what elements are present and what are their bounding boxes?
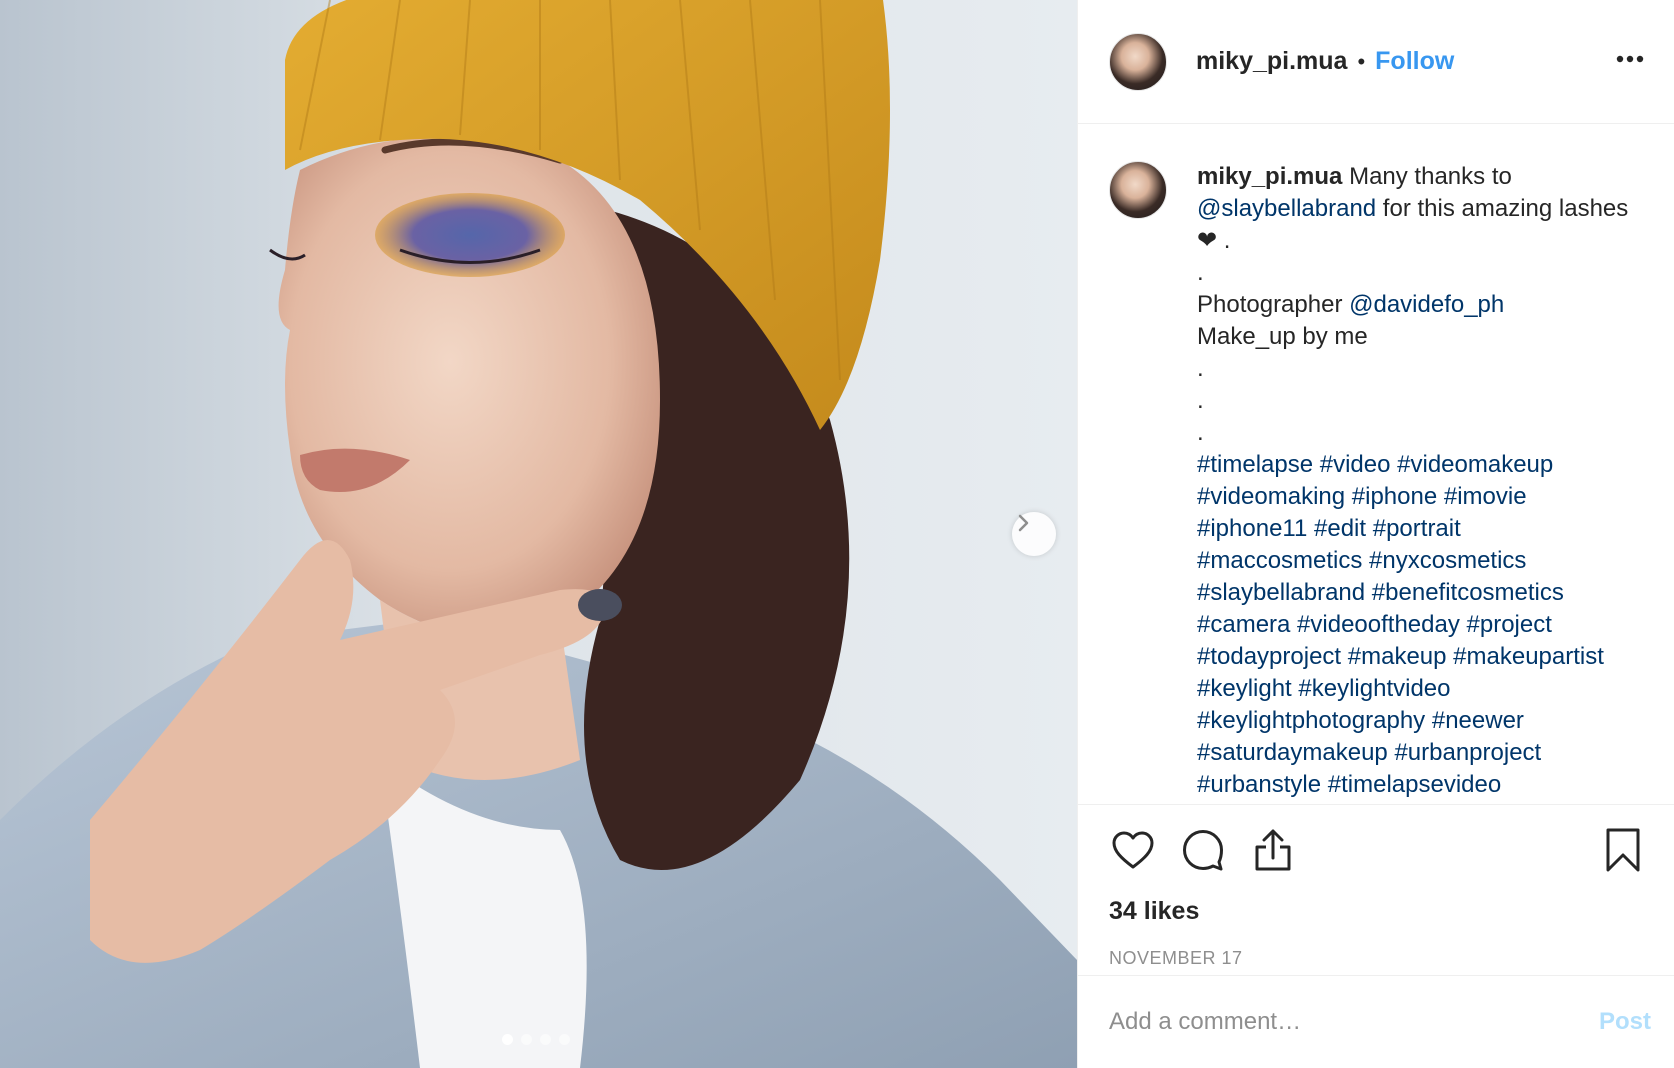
caption-line: Make_up by me xyxy=(1197,323,1368,350)
carousel-dot xyxy=(559,1034,570,1045)
hashtag-link[interactable]: #iphone xyxy=(1352,483,1437,510)
bookmark-icon xyxy=(1606,828,1640,872)
action-icons-row xyxy=(1109,825,1651,875)
hashtag-link[interactable]: #videooftheday xyxy=(1297,611,1460,638)
carousel-dot xyxy=(502,1034,513,1045)
more-options-button[interactable] xyxy=(1610,44,1650,74)
avatar[interactable] xyxy=(1109,32,1167,91)
hashtag-link[interactable]: #maccosmetics xyxy=(1197,547,1362,574)
heart-icon xyxy=(1112,831,1154,869)
post-date[interactable]: NOVEMBER 17 xyxy=(1109,948,1651,969)
hashtag-line: #timelapse #video #videomakeup xyxy=(1197,449,1651,481)
hashtag-link[interactable]: #edit xyxy=(1314,515,1366,542)
hashtag-link[interactable]: #portrait xyxy=(1373,515,1461,542)
hashtag-line: #saturdaymakeup #urbanproject xyxy=(1197,737,1651,769)
hashtag-link[interactable]: #slaybellabrand xyxy=(1197,579,1365,606)
comment-box: Post xyxy=(1078,975,1674,1068)
hashtag-link[interactable]: #urbanstyle xyxy=(1197,771,1321,798)
likes-count[interactable]: 34 likes xyxy=(1109,897,1651,926)
hashtag-line: #videomaking #iphone #imovie xyxy=(1197,481,1651,513)
post-comment-button[interactable]: Post xyxy=(1599,1008,1651,1036)
hashtag-link[interactable]: #iphone11 xyxy=(1197,515,1307,542)
caption-line: . xyxy=(1197,387,1204,414)
mention-link[interactable]: @slaybellabrand xyxy=(1197,195,1376,222)
caption-line: . xyxy=(1197,355,1204,382)
caption-line: . xyxy=(1197,419,1204,446)
comment-icon xyxy=(1183,830,1223,871)
hashtag-link[interactable]: #video xyxy=(1320,451,1391,478)
hashtag-line: #camera #videooftheday #project xyxy=(1197,609,1651,641)
hashtag-link[interactable]: #imovie xyxy=(1444,483,1527,510)
caption-line: miky_pi.mua Many thanks to xyxy=(1197,161,1651,193)
hashtag-line: #maccosmetics #nyxcosmetics xyxy=(1197,545,1651,577)
follow-button[interactable]: Follow xyxy=(1375,47,1454,76)
next-slide-button[interactable] xyxy=(1012,512,1056,556)
hashtag-link[interactable]: #timelapsevideo xyxy=(1328,771,1501,798)
post-media[interactable] xyxy=(0,0,1077,1068)
hashtag-link[interactable]: #benefitcosmetics xyxy=(1372,579,1564,606)
instagram-post: miky_pi.mua • Follow miky_pi.mua Many th… xyxy=(0,0,1674,1068)
hashtag-link[interactable]: #project xyxy=(1467,611,1552,638)
caption-line: Photographer @davidefo_ph xyxy=(1197,289,1651,321)
caption-line: @slaybellabrand for this amazing lashes xyxy=(1197,193,1651,225)
caption-text: for this amazing lashes xyxy=(1376,195,1629,222)
post-actions: 34 likes NOVEMBER 17 xyxy=(1078,804,1674,969)
hashtag-link[interactable]: #timelapse xyxy=(1197,451,1313,478)
mention-link[interactable]: @davidefo_ph xyxy=(1349,291,1504,318)
comment-input[interactable] xyxy=(1109,1008,1599,1036)
hashtag-link[interactable]: #todayproject xyxy=(1197,643,1341,670)
post-photo xyxy=(0,0,1077,1068)
caption-text: Many thanks to xyxy=(1349,163,1512,190)
carousel-dot xyxy=(540,1034,551,1045)
hashtag-line: #keylight #keylightvideo xyxy=(1197,673,1651,705)
comment-button[interactable] xyxy=(1179,826,1227,874)
hashtag-link[interactable]: #saturdaymakeup xyxy=(1197,739,1388,766)
header-separator: • xyxy=(1357,48,1366,74)
hashtag-line: #keylightphotography #neewer xyxy=(1197,705,1651,737)
post-header: miky_pi.mua • Follow xyxy=(1078,0,1674,124)
hashtag-link[interactable]: #videomakeup xyxy=(1397,451,1553,478)
caption-avatar[interactable] xyxy=(1109,161,1167,219)
hashtag-link[interactable]: #keylightvideo xyxy=(1298,675,1450,702)
carousel-dot xyxy=(521,1034,532,1045)
like-button[interactable] xyxy=(1109,826,1157,874)
hashtag-link[interactable]: #makeup xyxy=(1348,643,1447,670)
hashtag-line: #todayproject #makeup #makeupartist xyxy=(1197,641,1651,673)
chevron-right-icon xyxy=(1018,514,1029,532)
caption-line: ❤ . xyxy=(1197,227,1231,254)
hashtag-link[interactable]: #nyxcosmetics xyxy=(1369,547,1526,574)
hashtag-link[interactable]: #neewer xyxy=(1432,707,1524,734)
header-username[interactable]: miky_pi.mua xyxy=(1196,47,1347,76)
hashtag-line: #urbanstyle #timelapsevideo xyxy=(1197,769,1651,801)
more-icon xyxy=(1616,55,1644,63)
hashtag-link[interactable]: #videomaking xyxy=(1197,483,1345,510)
save-button[interactable] xyxy=(1599,826,1647,874)
hashtag-line: #iphone11 #edit #portrait xyxy=(1197,513,1651,545)
hashtag-link[interactable]: #urbanproject xyxy=(1394,739,1541,766)
caption-username[interactable]: miky_pi.mua xyxy=(1197,163,1342,190)
hashtag-link[interactable]: #makeupartist xyxy=(1453,643,1604,670)
hashtag-link[interactable]: #camera xyxy=(1197,611,1290,638)
share-button[interactable] xyxy=(1249,826,1297,874)
caption-area: miky_pi.mua Many thanks to @slaybellabra… xyxy=(1078,124,1674,804)
carousel-indicator xyxy=(502,1034,570,1045)
caption: miky_pi.mua Many thanks to @slaybellabra… xyxy=(1197,161,1651,804)
hashtag-link[interactable]: #keylightphotography xyxy=(1197,707,1425,734)
hashtag-link[interactable]: #keylight xyxy=(1197,675,1292,702)
post-side-panel: miky_pi.mua • Follow miky_pi.mua Many th… xyxy=(1077,0,1674,1068)
hashtag-line: #slaybellabrand #benefitcosmetics xyxy=(1197,577,1651,609)
share-icon xyxy=(1255,829,1291,871)
caption-line: . xyxy=(1197,259,1204,286)
caption-text: Photographer xyxy=(1197,291,1350,318)
